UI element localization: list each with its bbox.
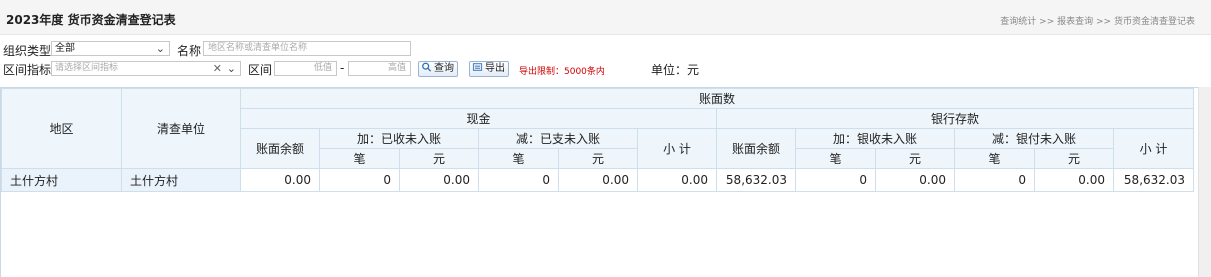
header-cash-sub: 减：已支未入账	[478, 128, 638, 149]
vertical-scrollbar[interactable]	[1198, 87, 1211, 277]
chevron-down-icon: ⌄	[155, 42, 165, 55]
header-cash: 现金	[240, 108, 717, 129]
report-table: 地区 清查单位 账面数 现金 银行存款 账面余额 加：已收未入账 减：已支未入账…	[1, 88, 1194, 192]
header-yuan: 元	[558, 148, 638, 169]
cell-cash-balance: 0.00	[240, 168, 320, 192]
cell-cash-sub-yuan: 0.00	[558, 168, 638, 192]
header-count: 笔	[319, 148, 400, 169]
range-label: 区间	[248, 63, 273, 77]
cell-bank-sub-yuan: 0.00	[1034, 168, 1114, 192]
report-table-container: 地区 清查单位 账面数 现金 银行存款 账面余额 加：已收未入账 减：已支未入账…	[0, 87, 1199, 277]
cell-bank-add-count: 0	[795, 168, 876, 192]
unit-label: 单位：元	[651, 63, 700, 77]
header-yuan: 元	[399, 148, 479, 169]
breadcrumb-item-report-query[interactable]: 报表查询	[1057, 17, 1093, 27]
cell-bank-sub-count: 0	[954, 168, 1035, 192]
chevron-down-icon: ⌄	[226, 62, 236, 75]
cell-bank-subtotal: 58,632.03	[1113, 168, 1194, 192]
query-button-label: 查询	[434, 63, 454, 74]
header-book-amount: 账面数	[240, 88, 1194, 109]
header-unit: 清查单位	[121, 88, 241, 169]
range-dash: -	[340, 61, 345, 75]
cell-cash-subtotal: 0.00	[637, 168, 717, 192]
header-count: 笔	[478, 148, 559, 169]
export-button[interactable]: 导出	[469, 61, 509, 77]
org-type-label: 组织类型	[3, 44, 52, 58]
cell-unit: 土什方村	[121, 168, 241, 192]
breadcrumb-item-current: 货币资金清查登记表	[1113, 17, 1195, 27]
cell-cash-add-count: 0	[319, 168, 400, 192]
header-yuan: 元	[1034, 148, 1114, 169]
export-icon	[472, 63, 483, 71]
header-region: 地区	[1, 88, 122, 169]
cell-bank-add-yuan: 0.00	[875, 168, 955, 192]
breadcrumb-separator: >>	[1096, 17, 1112, 27]
breadcrumb: 查询统计 >> 报表查询 >> 货币资金清查登记表	[1000, 14, 1195, 27]
range-indicator-placeholder: 请选择区间指标	[55, 63, 119, 73]
cell-cash-add-yuan: 0.00	[399, 168, 479, 192]
header-cash-add: 加：已收未入账	[319, 128, 479, 149]
export-button-label: 导出	[485, 63, 505, 74]
header-count: 笔	[954, 148, 1035, 169]
table-row[interactable]: 土什方村 土什方村 0.00 0 0.00 0 0.00 0.00 58,632…	[1, 168, 1194, 192]
clear-icon[interactable]: ✕	[213, 62, 222, 75]
page-title: 2023年度 货币资金清查登记表	[6, 13, 176, 27]
range-indicator-label: 区间指标	[3, 63, 52, 77]
header-cash-balance: 账面余额	[240, 128, 320, 169]
org-type-value: 全部	[55, 43, 75, 54]
cell-bank-balance: 58,632.03	[716, 168, 796, 192]
header-count: 笔	[795, 148, 876, 169]
name-search-input[interactable]: 地区名称或清查单位名称	[203, 41, 411, 56]
range-low-input[interactable]: 低值	[274, 61, 337, 76]
range-indicator-select[interactable]: 请选择区间指标 ✕ ⌄	[51, 61, 241, 76]
header-yuan: 元	[875, 148, 955, 169]
header-bank-balance: 账面余额	[716, 128, 796, 169]
header-bank-add: 加：银收未入账	[795, 128, 955, 149]
search-icon	[422, 62, 432, 72]
cell-cash-sub-count: 0	[478, 168, 559, 192]
export-limit-note: 导出限制：5000条内	[519, 67, 605, 77]
title-bar: 2023年度 货币资金清查登记表 查询统计 >> 报表查询 >> 货币资金清查登…	[0, 0, 1211, 35]
query-button[interactable]: 查询	[418, 61, 458, 77]
header-bank-sub: 减：银付未入账	[954, 128, 1114, 149]
range-high-input[interactable]: 高值	[348, 61, 411, 76]
header-bank: 银行存款	[716, 108, 1194, 129]
name-label: 名称	[177, 44, 202, 58]
breadcrumb-separator: >>	[1039, 17, 1055, 27]
breadcrumb-item-query-stats[interactable]: 查询统计	[1000, 17, 1036, 27]
header-cash-subtotal: 小 计	[637, 128, 717, 169]
org-type-select[interactable]: 全部 ⌄	[51, 41, 170, 56]
header-bank-subtotal: 小 计	[1113, 128, 1194, 169]
cell-region: 土什方村	[1, 168, 122, 192]
